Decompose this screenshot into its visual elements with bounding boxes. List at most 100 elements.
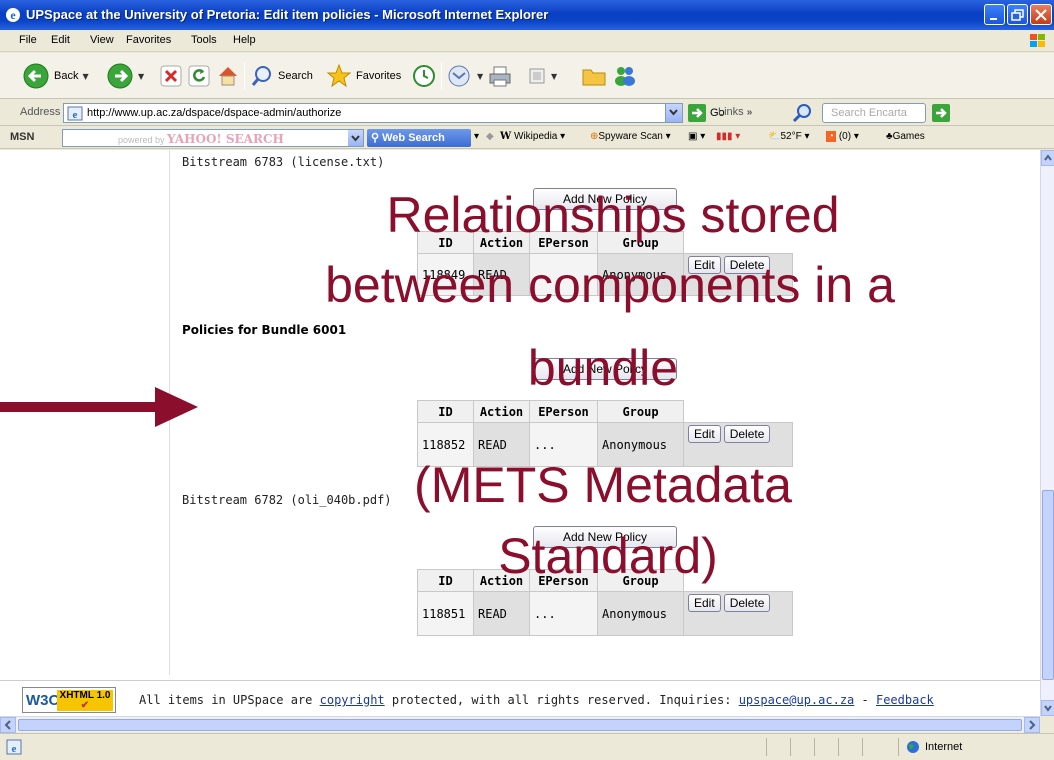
- chevron-down-icon: [669, 109, 678, 116]
- scroll-up-button[interactable]: [1041, 150, 1054, 166]
- xhtml-badge-label: XHTML 1.0 ✔: [57, 690, 113, 711]
- spyware-scan-button[interactable]: ⊕Spyware Scan ▾: [590, 131, 671, 142]
- stop-icon: [160, 65, 182, 87]
- edit-page-icon: [529, 68, 545, 84]
- edit-button[interactable]: Edit: [688, 594, 721, 612]
- column-header-action: Action: [473, 400, 530, 423]
- page-icon: e: [67, 106, 83, 121]
- status-divider: [898, 738, 899, 756]
- scrollbar-thumb[interactable]: [1042, 490, 1054, 680]
- minimize-button[interactable]: [984, 4, 1005, 25]
- checkmark-icon: ✔: [80, 700, 90, 711]
- policy-action: READ: [473, 591, 530, 636]
- windows-logo-icon: [1030, 34, 1045, 47]
- w3c-xhtml-badge[interactable]: W3C XHTML 1.0 ✔: [22, 687, 116, 713]
- toolbar-divider-icon: ◆: [486, 131, 494, 142]
- weather-button[interactable]: ⛅52°F ▾: [768, 131, 810, 142]
- policies-bundle-heading: Policies for Bundle 6001: [182, 323, 347, 337]
- favorites-button[interactable]: Favorites: [326, 60, 401, 92]
- links-button[interactable]: Links »: [718, 106, 752, 118]
- ie-icon: e: [6, 8, 20, 22]
- forward-arrow-icon: [107, 63, 133, 89]
- horizontal-scrollbar[interactable]: [0, 716, 1040, 733]
- games-button[interactable]: ♣Games: [886, 131, 925, 142]
- folder-button[interactable]: [581, 60, 607, 92]
- scroll-left-button[interactable]: [0, 717, 16, 733]
- close-icon: [1035, 9, 1047, 21]
- menu-tools[interactable]: Tools: [191, 34, 217, 46]
- mail-icon: [448, 65, 470, 87]
- go-arrow-icon: [688, 104, 706, 122]
- wikipedia-button[interactable]: W Wikipedia ▾: [500, 131, 565, 142]
- web-search-dropdown-icon[interactable]: ▾: [474, 131, 479, 142]
- back-button[interactable]: Back ▼: [22, 60, 89, 92]
- yahoo-dropdown-button[interactable]: [348, 130, 363, 146]
- mail-button[interactable]: ▼: [447, 60, 483, 92]
- yahoo-search-input[interactable]: powered by YAHOO! SEARCH: [62, 129, 364, 147]
- menu-edit[interactable]: Edit: [51, 34, 70, 46]
- vertical-scrollbar[interactable]: [1040, 150, 1054, 716]
- status-divider: [790, 738, 791, 756]
- menu-favorites[interactable]: Favorites: [126, 34, 171, 46]
- policy-eperson: ...: [529, 591, 598, 636]
- address-label: Address: [20, 106, 61, 118]
- status-divider: [766, 738, 767, 756]
- messenger-icon: [615, 67, 635, 86]
- scroll-right-button[interactable]: [1024, 717, 1040, 733]
- edit-button[interactable]: Edit: [688, 425, 721, 443]
- encarta-search-icon[interactable]: [790, 102, 816, 124]
- security-zone: Internet: [906, 740, 962, 754]
- delete-button[interactable]: Delete: [723, 425, 771, 443]
- edit-dropdown-icon[interactable]: ▼: [551, 72, 557, 81]
- edit-page-button[interactable]: ▼: [527, 60, 557, 92]
- print-button[interactable]: [488, 60, 512, 92]
- search-icon: ⚲: [371, 132, 380, 144]
- email-link[interactable]: upspace@up.ac.za: [739, 693, 855, 707]
- messenger-button[interactable]: [612, 60, 638, 92]
- policy-group: Anonymous: [597, 591, 684, 636]
- print-icon: [489, 66, 511, 87]
- copyright-link[interactable]: copyright: [320, 693, 385, 707]
- toolbar-menu-button[interactable]: ▣ ▾: [688, 131, 705, 142]
- signal-bars-icon[interactable]: ▮▮▮ ▾: [716, 131, 740, 142]
- mail-dropdown-icon[interactable]: ▼: [477, 72, 483, 81]
- page-status-icon: e: [6, 739, 22, 755]
- close-button[interactable]: [1030, 4, 1052, 25]
- history-button[interactable]: [412, 60, 436, 92]
- scroll-down-button[interactable]: [1041, 700, 1054, 716]
- refresh-button[interactable]: [188, 60, 210, 92]
- folder-icon: [582, 69, 606, 86]
- menu-view[interactable]: View: [90, 34, 114, 46]
- forward-button[interactable]: ▼: [106, 60, 144, 92]
- search-button[interactable]: Search: [250, 60, 313, 92]
- home-button[interactable]: [216, 60, 240, 92]
- policy-id: 118851: [417, 591, 474, 636]
- encarta-search-input[interactable]: Search Encarta: [822, 103, 926, 123]
- page-footer: W3C XHTML 1.0 ✔ All items in UPSpace are…: [0, 680, 1040, 716]
- overlay-caption-line4: (METS Metadata: [414, 457, 792, 513]
- address-input[interactable]: e http://www.up.ac.za/dspace/dspace-admi…: [63, 103, 683, 123]
- forward-dropdown-icon[interactable]: ▼: [138, 72, 144, 81]
- feedback-link[interactable]: Feedback: [876, 693, 934, 707]
- scrollbar-thumb[interactable]: [18, 719, 1022, 731]
- address-dropdown-button[interactable]: [665, 104, 682, 122]
- address-bar: Address e http://www.up.ac.za/dspace/dsp…: [0, 100, 1054, 126]
- menu-file[interactable]: File: [19, 34, 37, 46]
- rss-button[interactable]: ◔ (0) ▾: [826, 131, 859, 142]
- delete-button[interactable]: Delete: [723, 594, 771, 612]
- stop-button[interactable]: [160, 60, 182, 92]
- encarta-go-icon[interactable]: [932, 104, 950, 122]
- minimize-icon: [990, 18, 997, 20]
- web-search-button[interactable]: ⚲ Web Search: [367, 129, 471, 147]
- home-icon: [219, 67, 237, 86]
- chevron-left-icon: [4, 720, 11, 730]
- maximize-button[interactable]: [1007, 4, 1028, 25]
- menu-help[interactable]: Help: [233, 34, 256, 46]
- msn-logo: MSN: [10, 131, 35, 143]
- back-dropdown-icon[interactable]: ▼: [82, 72, 88, 81]
- svg-text:e: e: [12, 743, 17, 755]
- search-icon: [251, 66, 271, 86]
- address-url: http://www.up.ac.za/dspace/dspace-admin/…: [87, 107, 342, 119]
- overlay-caption-line5: Standard): [498, 528, 718, 584]
- standard-toolbar: Back ▼ ▼ Search Favorites ▼ ▼: [0, 53, 1054, 99]
